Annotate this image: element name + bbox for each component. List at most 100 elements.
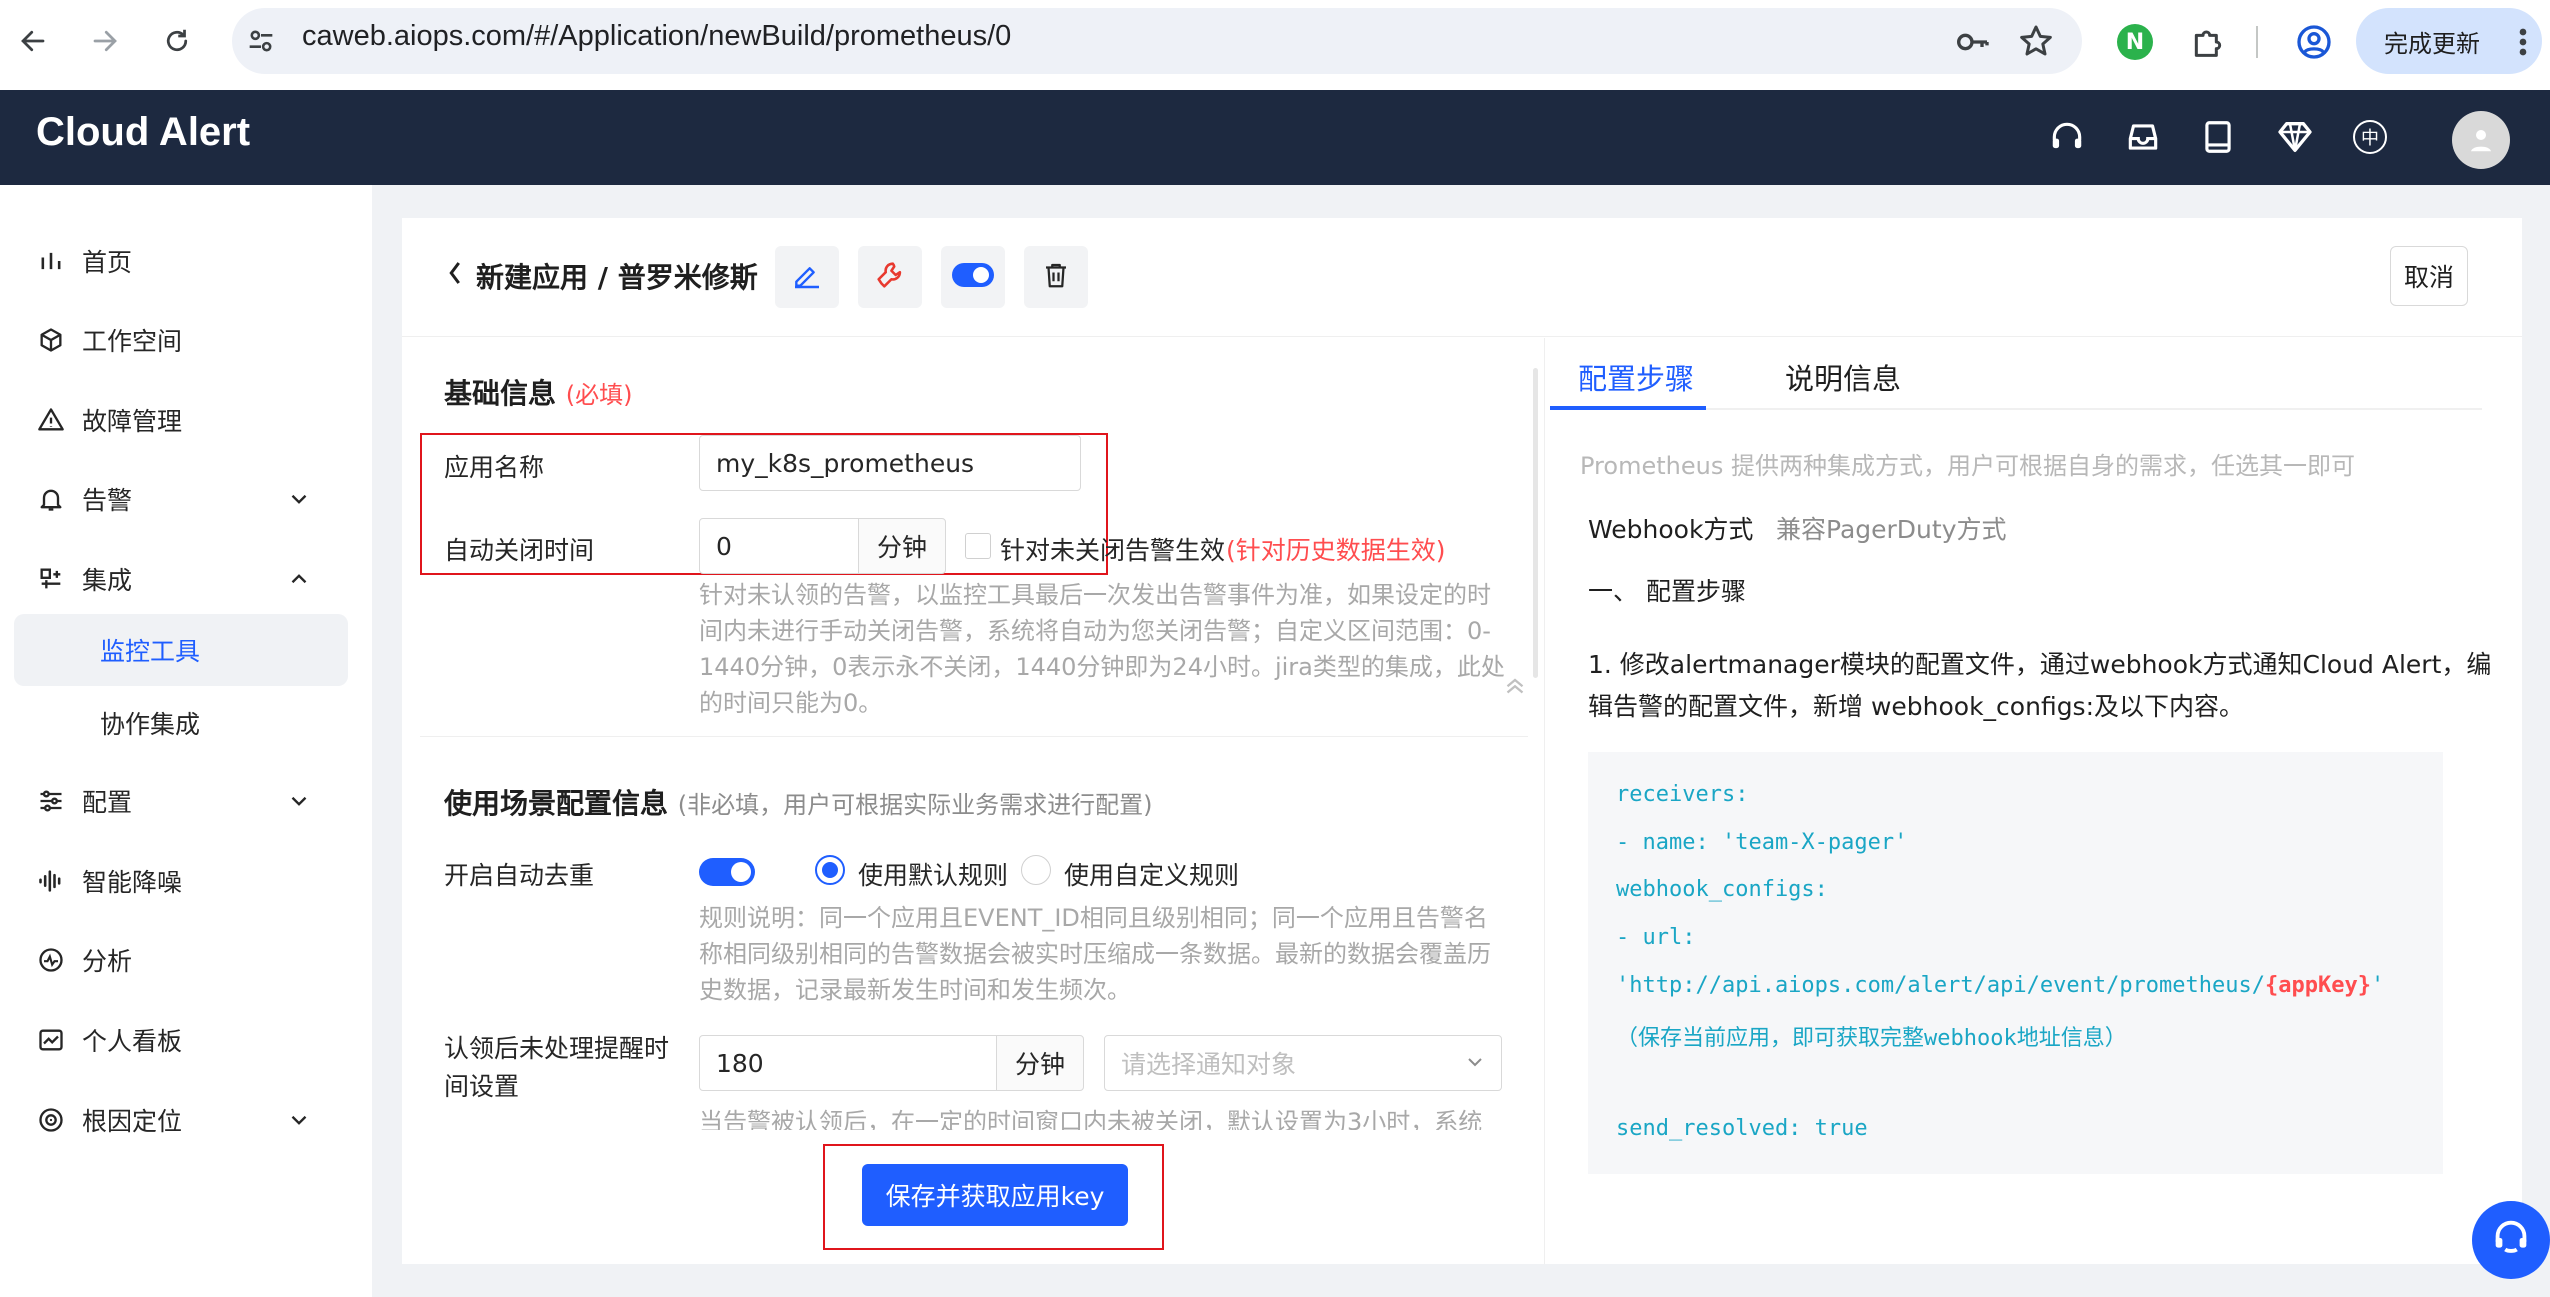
- divider: [402, 336, 2522, 337]
- key-icon[interactable]: [1952, 22, 1992, 62]
- cancel-button[interactable]: 取消: [2390, 246, 2468, 306]
- delete-button[interactable]: [1024, 246, 1088, 308]
- tab-description[interactable]: 说明信息: [1785, 356, 1901, 398]
- cube-icon: [34, 323, 68, 357]
- sidebar-item-workspace[interactable]: 工作空间: [0, 305, 372, 375]
- chevron-down-icon: [286, 486, 312, 512]
- bell-icon: [34, 482, 68, 516]
- extension-n-icon[interactable]: N: [2117, 24, 2153, 60]
- page-title-text: 新建应用 / 普罗米修斯: [476, 261, 758, 294]
- code-line: （保存当前应用，即可获取完整webhook地址信息）: [1616, 1026, 2127, 1051]
- code-line: receivers:: [1616, 782, 1749, 807]
- sidebar-item-label: 集成: [82, 566, 133, 595]
- sidebar-item-label: 配置: [82, 788, 133, 817]
- headset-icon[interactable]: [2044, 114, 2090, 160]
- more-icon[interactable]: [2508, 22, 2538, 62]
- sidebar-item-config[interactable]: 配置: [0, 766, 372, 836]
- book-icon[interactable]: [2195, 114, 2241, 160]
- custom-rule-label: 使用自定义规则: [1064, 861, 1240, 890]
- support-chat-button[interactable]: [2472, 1201, 2550, 1279]
- edit-button[interactable]: [775, 246, 839, 308]
- auto-close-help: 针对未认领的告警，以监控工具最后一次发出告警事件为准，如果设定的时 间内未进行手…: [699, 581, 1505, 717]
- custom-rule-radio[interactable]: [1021, 855, 1051, 885]
- method-pagerduty[interactable]: 兼容PagerDuty方式: [1776, 510, 2007, 546]
- default-rule-radio[interactable]: [815, 855, 845, 885]
- remind-minutes-input[interactable]: 180: [699, 1035, 997, 1091]
- brand-logo[interactable]: Cloud Alert: [36, 110, 250, 155]
- sidebar-subitem-monitoring-tools[interactable]: 监控工具: [14, 614, 348, 686]
- sidebar-subitem-collaboration[interactable]: 协作集成: [14, 687, 348, 759]
- forward-icon[interactable]: [82, 18, 128, 64]
- required-note: (必填): [565, 381, 633, 409]
- settings-button[interactable]: [858, 246, 922, 308]
- toggle-icon: [951, 262, 995, 292]
- inbox-icon[interactable]: [2120, 114, 2166, 160]
- puzzle-icon[interactable]: [2188, 22, 2228, 62]
- chat-icon: [2488, 1215, 2534, 1265]
- chevron-up-icon: [286, 566, 312, 592]
- sidebar-item-root-cause[interactable]: 根因定位: [0, 1085, 372, 1155]
- url-text[interactable]: caweb.aiops.com/#/Application/newBuild/p…: [302, 20, 1011, 53]
- sidebar-item-noise-reduction[interactable]: 智能降噪: [0, 846, 372, 916]
- sidebar-item-alerts[interactable]: 告警: [0, 464, 372, 534]
- star-icon[interactable]: [2016, 22, 2056, 62]
- history-note: (针对历史数据生效): [1226, 536, 1446, 565]
- trash-icon: [1041, 260, 1071, 294]
- enable-toggle-button[interactable]: [941, 246, 1005, 308]
- app-name-input[interactable]: my_k8s_prometheus: [699, 435, 1081, 491]
- sidebar-item-integrations[interactable]: 集成: [0, 544, 372, 614]
- code-line-url: 'http://api.aiops.com/alert/api/event/pr…: [1616, 973, 2385, 998]
- rule-help: 规则说明：同一个应用且EVENT_ID相同且级别相同；同一个应用且告警名 称相同…: [699, 904, 1491, 1004]
- integration-intro: Prometheus 提供两种集成方式，用户可根据自身的需求，任选其一即可: [1580, 452, 2355, 480]
- step-heading: 一、 配置步骤: [1588, 577, 1746, 606]
- notify-target-select[interactable]: 请选择通知对象: [1104, 1035, 1502, 1091]
- section-divider: [420, 736, 1528, 737]
- sidebar-item-label: 智能降噪: [82, 868, 183, 897]
- sidebar-item-analysis[interactable]: 分析: [0, 925, 372, 995]
- default-rule-label: 使用默认规则: [858, 861, 1009, 890]
- code-line: webhook_configs:: [1616, 877, 1828, 902]
- back-icon[interactable]: [10, 18, 56, 64]
- save-and-get-key-button[interactable]: 保存并获取应用key: [862, 1164, 1128, 1226]
- avatar[interactable]: [2452, 111, 2510, 169]
- tab-active-indicator: [1550, 406, 1706, 410]
- unclosed-alerts-checkbox[interactable]: [965, 533, 991, 559]
- sidebar-item-home[interactable]: 首页: [0, 226, 372, 296]
- wrench-icon: [873, 258, 907, 296]
- app-name-label: 应用名称: [444, 453, 545, 482]
- bar-chart-icon: [34, 244, 68, 278]
- chevron-down-icon: [1463, 1050, 1487, 1080]
- reload-icon[interactable]: [154, 18, 200, 64]
- collapse-up-icon[interactable]: [1500, 670, 1530, 700]
- integration-icon: [34, 562, 68, 596]
- notify-target-placeholder: 请选择通知对象: [1121, 1050, 1297, 1079]
- sidebar-item-label: 告警: [82, 486, 133, 515]
- method-webhook[interactable]: Webhook方式: [1588, 510, 1753, 546]
- sidebar-item-dashboard[interactable]: 个人看板: [0, 1005, 372, 1075]
- sidebar-item-label: 根因定位: [82, 1107, 183, 1136]
- chevron-left-icon[interactable]: [444, 258, 466, 295]
- app-header: [0, 90, 2550, 185]
- sidebar-item-incidents[interactable]: 故障管理: [0, 385, 372, 455]
- sidebar-subitem-label: 协作集成: [100, 710, 201, 739]
- sidebar-item-label: 工作空间: [82, 327, 183, 356]
- dedup-switch[interactable]: [699, 858, 755, 886]
- toolbar-divider: [2256, 26, 2258, 58]
- profile-icon[interactable]: [2294, 22, 2334, 62]
- tab-config-steps[interactable]: 配置步骤: [1578, 356, 1694, 398]
- diamond-icon[interactable]: [2272, 114, 2318, 160]
- sidebar-item-label: 首页: [82, 248, 133, 277]
- analysis-icon: [34, 943, 68, 977]
- scene-config-heading: 使用场景配置信息 (非必填，用户可根据实际业务需求进行配置): [444, 787, 1153, 820]
- pencil-icon: [791, 259, 823, 295]
- code-line: - url:: [1616, 925, 1696, 950]
- page-title[interactable]: 新建应用 / 普罗米修斯: [444, 256, 758, 296]
- site-info-icon[interactable]: [244, 24, 278, 58]
- remind-help: 当告警被认领后，在一定的时间窗口内未被关闭，默认设置为3小时，系统: [699, 1108, 1483, 1130]
- auto-close-input[interactable]: 0: [699, 518, 859, 574]
- language-icon[interactable]: 中: [2347, 114, 2393, 160]
- auto-close-label: 自动关闭时间: [444, 536, 595, 565]
- code-line: - name: 'team-X-pager': [1616, 830, 1908, 855]
- minute-unit-addon: 分钟: [996, 1035, 1084, 1091]
- scrollbar[interactable]: [1533, 368, 1538, 678]
